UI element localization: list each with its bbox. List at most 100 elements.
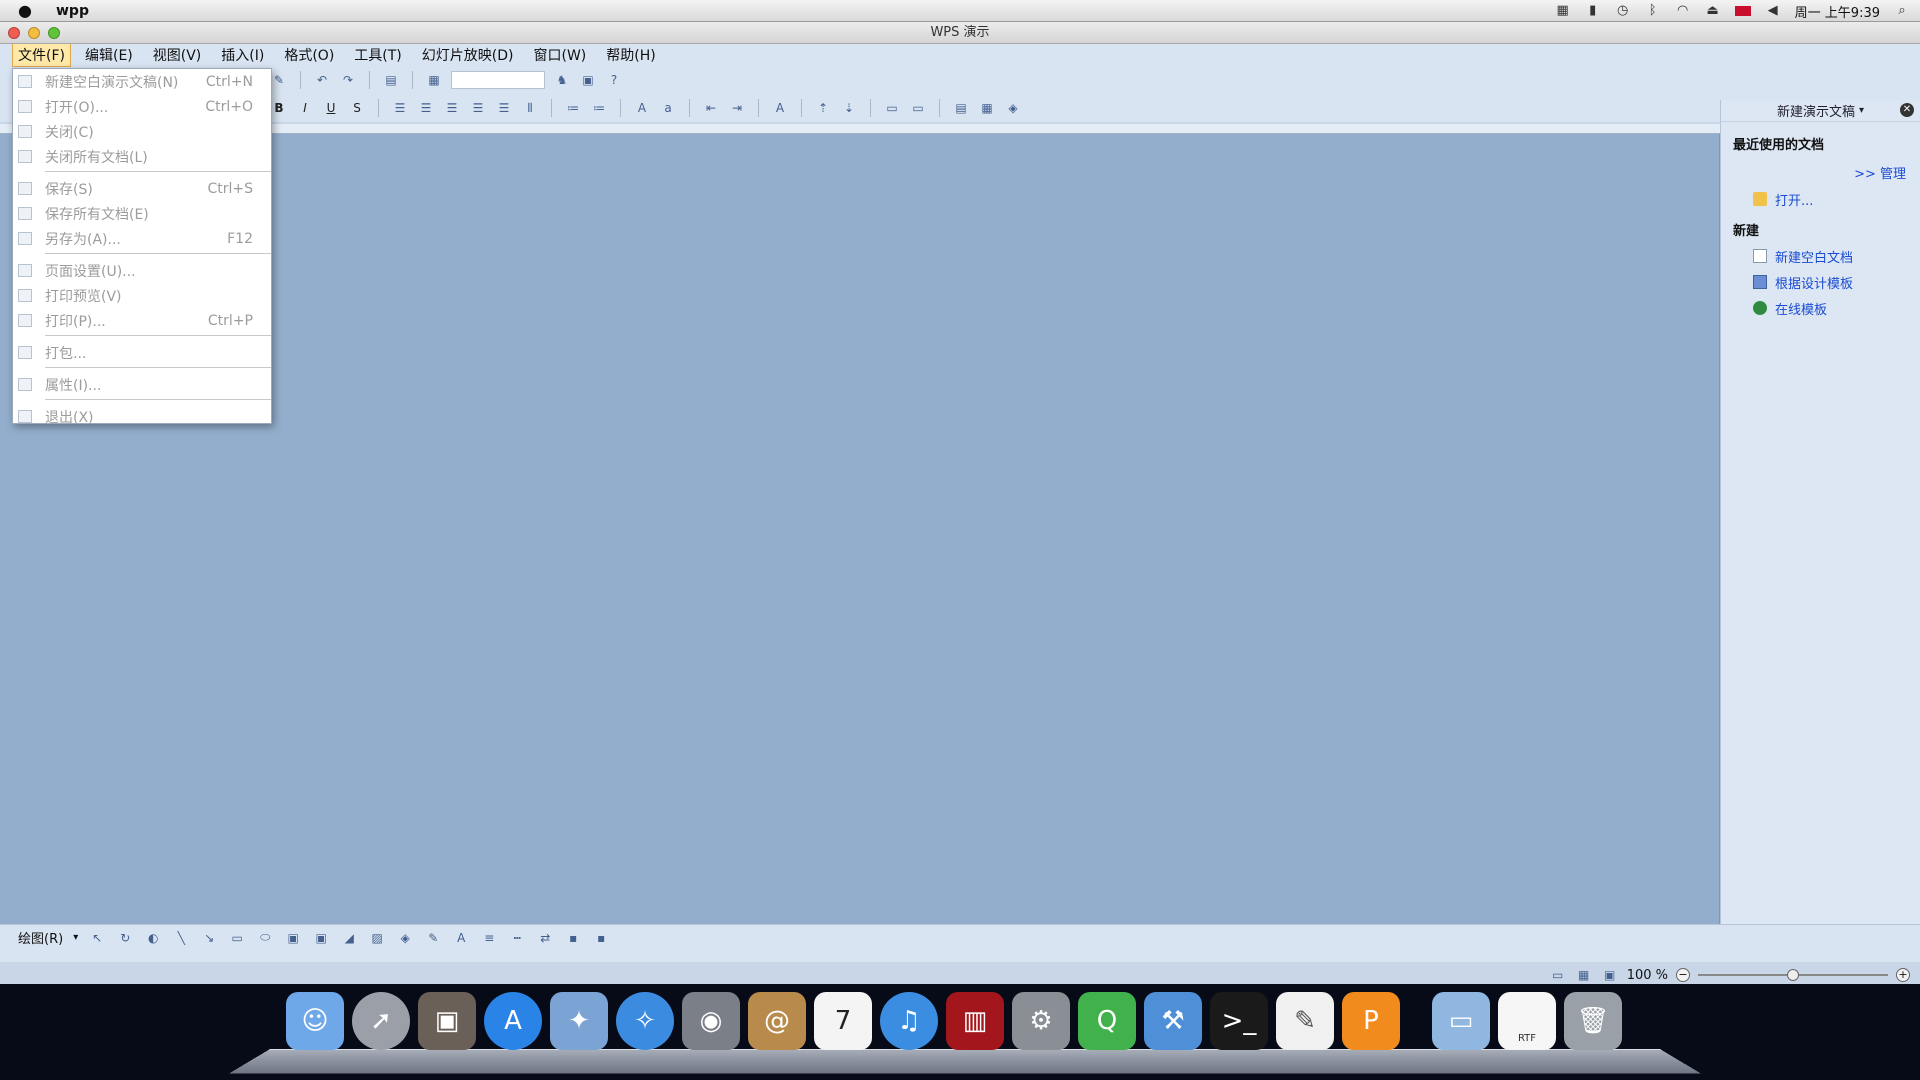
- bluetooth-icon[interactable]: ᛒ: [1645, 4, 1661, 18]
- vertical-textbox-icon[interactable]: ▣: [312, 929, 330, 947]
- justify-icon[interactable]: ☰: [469, 99, 487, 117]
- find-icon[interactable]: ♞: [553, 71, 571, 89]
- input-source-icon[interactable]: ▦: [1555, 4, 1571, 18]
- new-slide-icon[interactable]: ▭: [883, 99, 901, 117]
- wordart-icon[interactable]: ◢: [340, 929, 358, 947]
- flag-icon[interactable]: [1734, 6, 1751, 16]
- fill-color-icon[interactable]: ◈: [396, 929, 414, 947]
- preview-icon[interactable]: ✦: [550, 992, 608, 1050]
- fill-icon[interactable]: ◈: [1004, 99, 1022, 117]
- font-color-icon[interactable]: A: [452, 929, 470, 947]
- chevron-down-icon[interactable]: ▾: [1859, 105, 1864, 116]
- new-blank-link[interactable]: 新建空白文档: [1753, 247, 1920, 266]
- zoom-combo[interactable]: [451, 71, 545, 89]
- insert-table-icon[interactable]: ▤: [382, 71, 400, 89]
- file-menu-page-setup-item[interactable]: 页面设置(U)...: [13, 258, 271, 283]
- line-style-icon[interactable]: ≡: [480, 929, 498, 947]
- open-link[interactable]: 打开...: [1753, 190, 1920, 209]
- from-template-link[interactable]: 根据设计模板: [1753, 273, 1920, 292]
- help-icon[interactable]: ?: [605, 71, 623, 89]
- file-menu-package-item[interactable]: 打包...: [13, 340, 271, 365]
- photo-booth-icon[interactable]: ▥: [946, 992, 1004, 1050]
- redo-icon[interactable]: ↷: [339, 71, 357, 89]
- volume-icon[interactable]: ◀: [1765, 4, 1781, 18]
- wifi-icon[interactable]: ◠: [1675, 4, 1691, 18]
- safari-icon[interactable]: ✧: [616, 992, 674, 1050]
- undo-icon[interactable]: ↶: [313, 71, 331, 89]
- 3d-icon[interactable]: ▪: [592, 929, 610, 947]
- zoom-in-button[interactable]: +: [1896, 968, 1910, 982]
- file-menu-save-item[interactable]: 保存(S) Ctrl+S: [13, 176, 271, 201]
- menu-window[interactable]: 窗口(W): [528, 43, 593, 67]
- rotate-icon[interactable]: ↻: [116, 929, 134, 947]
- task-pane-header[interactable]: 新建演示文稿 ▾ ✕: [1721, 100, 1920, 122]
- qt-creator-icon[interactable]: Q: [1078, 992, 1136, 1050]
- terminal-icon[interactable]: >_: [1210, 992, 1268, 1050]
- underline-button[interactable]: U: [322, 99, 340, 117]
- slideshow-view-icon[interactable]: ▣: [1601, 966, 1619, 984]
- file-menu-print-preview-item[interactable]: 打印预览(V): [13, 283, 271, 308]
- manage-link[interactable]: >> 管理: [1721, 163, 1906, 182]
- facetime-icon[interactable]: ◉: [682, 992, 740, 1050]
- draw-menu-button[interactable]: 绘图(R): [18, 928, 63, 947]
- file-menu-new-blank-item[interactable]: 新建空白演示文稿(N) Ctrl+N: [13, 69, 271, 94]
- rectangle-icon[interactable]: ▭: [228, 929, 246, 947]
- normal-view-icon[interactable]: ▭: [1549, 966, 1567, 984]
- font-color-icon[interactable]: A: [771, 99, 789, 117]
- menu-format[interactable]: 格式(O): [278, 43, 340, 67]
- itunes-icon[interactable]: ♫: [880, 992, 938, 1050]
- menu-slideshow[interactable]: 幻灯片放映(D): [416, 43, 520, 67]
- online-template-link[interactable]: 在线模板: [1753, 299, 1920, 318]
- minimize-window-button[interactable]: [28, 27, 40, 39]
- dash-style-icon[interactable]: ┅: [508, 929, 526, 947]
- finder-icon[interactable]: ☺: [286, 992, 344, 1050]
- zoom-slider-knob[interactable]: [1787, 969, 1799, 981]
- decrease-indent-icon[interactable]: ⇤: [702, 99, 720, 117]
- from-template-label[interactable]: 根据设计模板: [1775, 273, 1853, 292]
- file-menu-save-as-item[interactable]: 另存为(A)... F12: [13, 226, 271, 251]
- calendar-icon[interactable]: 7: [814, 992, 872, 1050]
- file-menu-properties-item[interactable]: 属性(I)...: [13, 372, 271, 397]
- file-menu-close-all-item[interactable]: 关闭所有文档(L): [13, 144, 271, 169]
- column-icon[interactable]: ⦀: [521, 99, 539, 117]
- increase-indent-icon[interactable]: ⇥: [728, 99, 746, 117]
- line-spacing-up-icon[interactable]: ⇡: [814, 99, 832, 117]
- rtf-document-icon[interactable]: RTF: [1498, 992, 1556, 1050]
- launchpad-icon[interactable]: ➚: [352, 992, 410, 1050]
- zoom-slider[interactable]: [1698, 969, 1888, 981]
- new-blank-label[interactable]: 新建空白文档: [1775, 247, 1853, 266]
- zoom-window-button[interactable]: [48, 27, 60, 39]
- italic-button[interactable]: I: [296, 99, 314, 117]
- clock[interactable]: 周一 上午9:39: [1795, 2, 1880, 21]
- increase-font-icon[interactable]: A: [633, 99, 651, 117]
- file-menu-print-item[interactable]: 打印(P)... Ctrl+P: [13, 308, 271, 333]
- task-pane-title[interactable]: 新建演示文稿: [1777, 101, 1855, 120]
- line-color-icon[interactable]: ✎: [424, 929, 442, 947]
- bullets-icon[interactable]: ≔: [590, 99, 608, 117]
- lock-icon[interactable]: ▮: [1585, 4, 1601, 18]
- online-template-label[interactable]: 在线模板: [1775, 299, 1827, 318]
- zoom-out-button[interactable]: −: [1676, 968, 1690, 982]
- menu-file[interactable]: 文件(F): [12, 43, 71, 67]
- table-icon[interactable]: ▦: [978, 99, 996, 117]
- file-menu-close-item[interactable]: 关闭(C): [13, 119, 271, 144]
- grid-icon[interactable]: ▦: [425, 71, 443, 89]
- image-capture-icon[interactable]: ▣: [418, 992, 476, 1050]
- close-icon[interactable]: ✕: [1900, 103, 1914, 117]
- format-painter-icon[interactable]: ✎: [270, 71, 288, 89]
- wps-presentation-icon[interactable]: P: [1342, 992, 1400, 1050]
- color-scheme-icon[interactable]: ▣: [579, 71, 597, 89]
- arrow-style-icon[interactable]: ⇄: [536, 929, 554, 947]
- spotlight-icon[interactable]: ⌕: [1894, 4, 1910, 18]
- file-menu-open-item[interactable]: 打开(O)... Ctrl+O: [13, 94, 271, 119]
- slide-sorter-icon[interactable]: ▦: [1575, 966, 1593, 984]
- shadow-icon[interactable]: ▪: [564, 929, 582, 947]
- align-left-icon[interactable]: ☰: [391, 99, 409, 117]
- line-spacing-down-icon[interactable]: ⇣: [840, 99, 858, 117]
- distribute-icon[interactable]: ☰: [495, 99, 513, 117]
- ellipse-icon[interactable]: ⬭: [256, 929, 274, 947]
- eject-icon[interactable]: ⏏: [1705, 4, 1721, 18]
- file-menu-exit-item[interactable]: 退出(X): [13, 404, 271, 429]
- menu-tools[interactable]: 工具(T): [348, 43, 407, 67]
- text-shadow-button[interactable]: S: [348, 99, 366, 117]
